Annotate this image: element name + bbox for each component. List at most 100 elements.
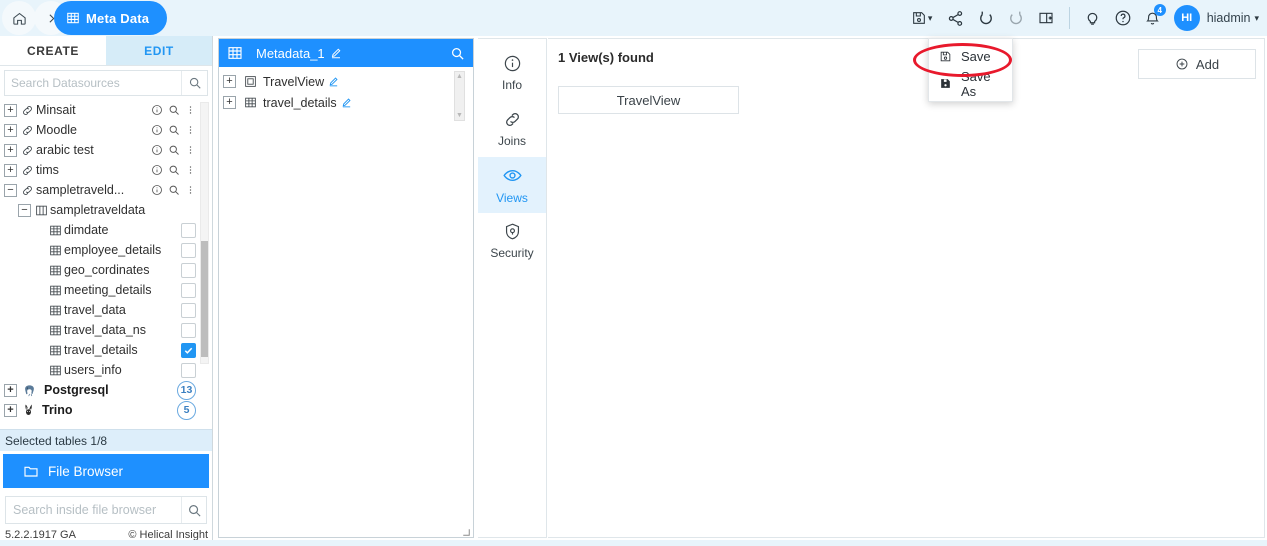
panel-resize-handle[interactable]: [461, 523, 470, 536]
metadata-tree-item[interactable]: + TravelView: [223, 71, 473, 92]
expand-icon[interactable]: +: [223, 75, 236, 88]
panel-toggle-icon[interactable]: [1031, 0, 1061, 36]
info-icon[interactable]: [151, 144, 163, 156]
tab-edit[interactable]: EDIT: [106, 36, 212, 65]
tab-joins[interactable]: Joins: [478, 101, 546, 157]
kebab-menu-icon[interactable]: [185, 164, 196, 176]
link-icon: [503, 110, 522, 129]
expand-icon[interactable]: +: [223, 96, 236, 109]
tree-item-table[interactable]: travel_details: [0, 340, 212, 360]
table-checkbox[interactable]: [181, 342, 196, 358]
tree-item-schema[interactable]: − sampletraveldata: [0, 200, 212, 220]
table-checkbox[interactable]: [181, 362, 196, 378]
expand-icon[interactable]: +: [4, 383, 17, 397]
tab-info[interactable]: Info: [478, 45, 546, 101]
collapse-icon[interactable]: −: [18, 203, 31, 217]
plus-circle-icon: [1175, 57, 1189, 71]
scroll-down-icon[interactable]: ▼: [456, 112, 463, 119]
chevron-down-icon: ▾: [927, 12, 933, 23]
redo-icon[interactable]: [1001, 0, 1031, 36]
search-input[interactable]: [5, 71, 181, 95]
tree-scrollbar-thumb[interactable]: [201, 241, 208, 357]
menu-item-save-as[interactable]: Save As: [929, 69, 1012, 99]
collapse-icon[interactable]: −: [4, 183, 17, 197]
user-menu[interactable]: hiadmin ▾: [1207, 11, 1259, 25]
add-button[interactable]: Add: [1138, 49, 1256, 79]
row-actions: [151, 104, 196, 116]
tree-item-table[interactable]: geo_cordinates: [0, 260, 212, 280]
tree-scrollbar-track[interactable]: [200, 102, 209, 364]
tree-item-datasource[interactable]: + Moodle: [0, 120, 212, 140]
scroll-up-icon[interactable]: ▲: [456, 73, 463, 80]
metadata-scrollbar[interactable]: ▲ ▼: [454, 71, 465, 121]
tree-item-database[interactable]: + Trino 5: [0, 400, 212, 420]
pencil-icon[interactable]: [328, 76, 339, 87]
top-bar: Meta Data ▾ 4 HI hiadmin ▾: [0, 0, 1267, 36]
search-icon[interactable]: [168, 124, 180, 136]
info-icon[interactable]: [151, 184, 163, 196]
expand-icon[interactable]: +: [4, 143, 17, 157]
tree-item-table[interactable]: users_info: [0, 360, 212, 380]
tab-create[interactable]: CREATE: [0, 36, 106, 65]
kebab-menu-icon[interactable]: [185, 184, 196, 196]
pencil-icon[interactable]: [330, 47, 342, 59]
info-icon[interactable]: [151, 124, 163, 136]
search-icon[interactable]: [450, 46, 465, 61]
undo-icon[interactable]: [971, 0, 1001, 36]
tree-item-datasource[interactable]: + tims: [0, 160, 212, 180]
kebab-menu-icon[interactable]: [185, 104, 196, 116]
tree-item-database[interactable]: + Postgresql 13: [0, 380, 212, 400]
view-card-travelview[interactable]: TravelView: [558, 86, 739, 114]
search-icon[interactable]: [168, 164, 180, 176]
tree-item-table[interactable]: travel_data: [0, 300, 212, 320]
search-icon[interactable]: [181, 71, 207, 95]
tree-item-datasource[interactable]: − sampletraveld...: [0, 180, 212, 200]
info-icon[interactable]: [151, 164, 163, 176]
bell-icon[interactable]: 4: [1138, 0, 1168, 36]
kebab-menu-icon[interactable]: [185, 124, 196, 136]
table-checkbox[interactable]: [181, 262, 196, 278]
help-icon[interactable]: [1108, 0, 1138, 36]
schema-icon: [35, 204, 48, 217]
search-icon[interactable]: [168, 144, 180, 156]
table-checkbox[interactable]: [181, 302, 196, 318]
expand-icon[interactable]: +: [4, 123, 17, 137]
tab-security[interactable]: Security: [478, 213, 546, 269]
expand-icon[interactable]: +: [4, 103, 17, 117]
home-icon[interactable]: [2, 1, 36, 35]
tree-item-table[interactable]: meeting_details: [0, 280, 212, 300]
tree-item-datasource[interactable]: + Minsait: [0, 100, 212, 120]
tree-item-label: geo_cordinates: [64, 263, 150, 277]
tree-item-table[interactable]: employee_details: [0, 240, 212, 260]
table-checkbox[interactable]: [181, 322, 196, 338]
search-icon[interactable]: [181, 497, 206, 523]
bulb-icon[interactable]: [1078, 0, 1108, 36]
share-icon[interactable]: [941, 0, 971, 36]
pencil-icon[interactable]: [341, 97, 352, 108]
kebab-menu-icon[interactable]: [185, 144, 196, 156]
tree-item-table[interactable]: travel_data_ns: [0, 320, 212, 340]
tree-item-datasource[interactable]: + arabic test: [0, 140, 212, 160]
expand-icon[interactable]: +: [4, 403, 17, 417]
search-icon[interactable]: [168, 184, 180, 196]
datasource-search[interactable]: [4, 70, 208, 96]
chevron-down-icon: ▾: [1254, 12, 1259, 23]
file-browser-button[interactable]: File Browser: [3, 454, 209, 488]
expand-icon[interactable]: +: [4, 163, 17, 177]
info-icon[interactable]: [151, 104, 163, 116]
search-icon[interactable]: [168, 104, 180, 116]
metadata-tree-item[interactable]: + travel_details: [223, 92, 473, 113]
save-dropdown-icon[interactable]: ▾: [903, 0, 941, 36]
datasource-tree: + Minsait + Moodle + arabic test + tims − samplet…: [0, 98, 212, 429]
tree-item-table[interactable]: dimdate: [0, 220, 212, 240]
views-found-label: 1 View(s) found: [558, 50, 654, 65]
breadcrumb-item-meta-data[interactable]: Meta Data: [54, 1, 168, 35]
table-checkbox[interactable]: [181, 222, 196, 238]
table-checkbox[interactable]: [181, 242, 196, 258]
avatar[interactable]: HI: [1173, 5, 1200, 31]
file-browser-search-input[interactable]: [6, 497, 181, 523]
file-browser-search[interactable]: [5, 496, 207, 524]
table-checkbox[interactable]: [181, 282, 196, 298]
tab-views[interactable]: Views: [478, 157, 546, 213]
menu-item-save[interactable]: Save: [929, 43, 1012, 70]
